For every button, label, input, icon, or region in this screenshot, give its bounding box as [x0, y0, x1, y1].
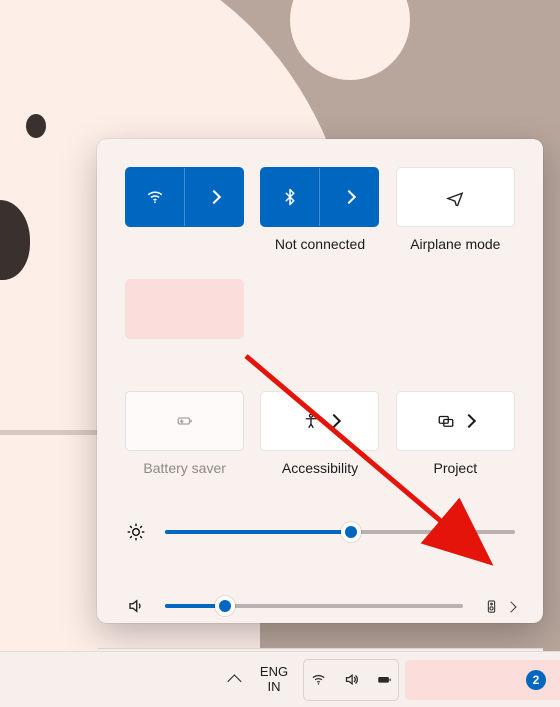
project-tile[interactable]: [396, 391, 515, 451]
brightness-slider-row: [125, 510, 515, 554]
battery-saver-label: Battery saver: [143, 460, 225, 476]
bluetooth-toggle[interactable]: [261, 168, 320, 226]
airplane-icon: [445, 187, 465, 207]
volume-slider[interactable]: [165, 604, 463, 608]
chevron-right-icon: [329, 413, 339, 429]
bluetooth-tile[interactable]: [260, 167, 379, 227]
bluetooth-expand[interactable]: [320, 168, 379, 226]
battery-icon: [374, 670, 394, 690]
brightness-fill: [165, 530, 351, 534]
accessibility-tile[interactable]: [260, 391, 379, 451]
battery-saver-tile[interactable]: [125, 391, 244, 451]
language-bottom: IN: [268, 680, 281, 695]
brightness-thumb[interactable]: [341, 522, 361, 542]
volume-slider-row: [125, 584, 515, 628]
quick-settings-panel: Not connected Airplane mode: [97, 139, 543, 623]
volume-icon: [125, 597, 147, 615]
airplane-mode-tile[interactable]: [396, 167, 515, 227]
taskbar: ENG IN 2: [0, 651, 560, 707]
bluetooth-icon: [280, 187, 300, 207]
airplane-mode-label: Airplane mode: [410, 236, 500, 252]
accessibility-label: Accessibility: [282, 460, 358, 476]
notification-badge: 2: [526, 670, 546, 690]
wifi-toggle[interactable]: [126, 168, 185, 226]
chevron-right-icon: [507, 598, 515, 614]
battery-saver-icon: [175, 411, 195, 431]
wifi-icon: [145, 187, 165, 207]
wifi-tile[interactable]: [125, 167, 244, 227]
language-top: ENG: [260, 665, 288, 680]
highlighted-tile[interactable]: [125, 279, 244, 339]
wifi-expand[interactable]: [185, 168, 244, 226]
chevron-right-icon: [344, 189, 354, 205]
language-indicator[interactable]: ENG IN: [250, 660, 298, 700]
accessibility-icon: [301, 411, 321, 431]
audio-output-select[interactable]: [481, 596, 515, 616]
wifi-icon: [308, 670, 328, 690]
tray-overflow-button[interactable]: [216, 660, 250, 700]
brightness-slider[interactable]: [165, 530, 515, 534]
chevron-right-icon: [464, 413, 474, 429]
brightness-icon: [125, 522, 147, 542]
project-label: Project: [434, 460, 478, 476]
volume-icon: [341, 670, 361, 690]
chevron-right-icon: [209, 189, 219, 205]
project-icon: [436, 411, 456, 431]
audio-device-icon: [481, 596, 501, 616]
bluetooth-label: Not connected: [275, 236, 365, 252]
quick-settings-tiles: Not connected Airplane mode: [97, 139, 543, 490]
volume-thumb[interactable]: [215, 596, 235, 616]
sliders-section: [97, 490, 543, 648]
system-tray[interactable]: [303, 659, 399, 701]
notification-center-button[interactable]: 2: [405, 660, 560, 700]
